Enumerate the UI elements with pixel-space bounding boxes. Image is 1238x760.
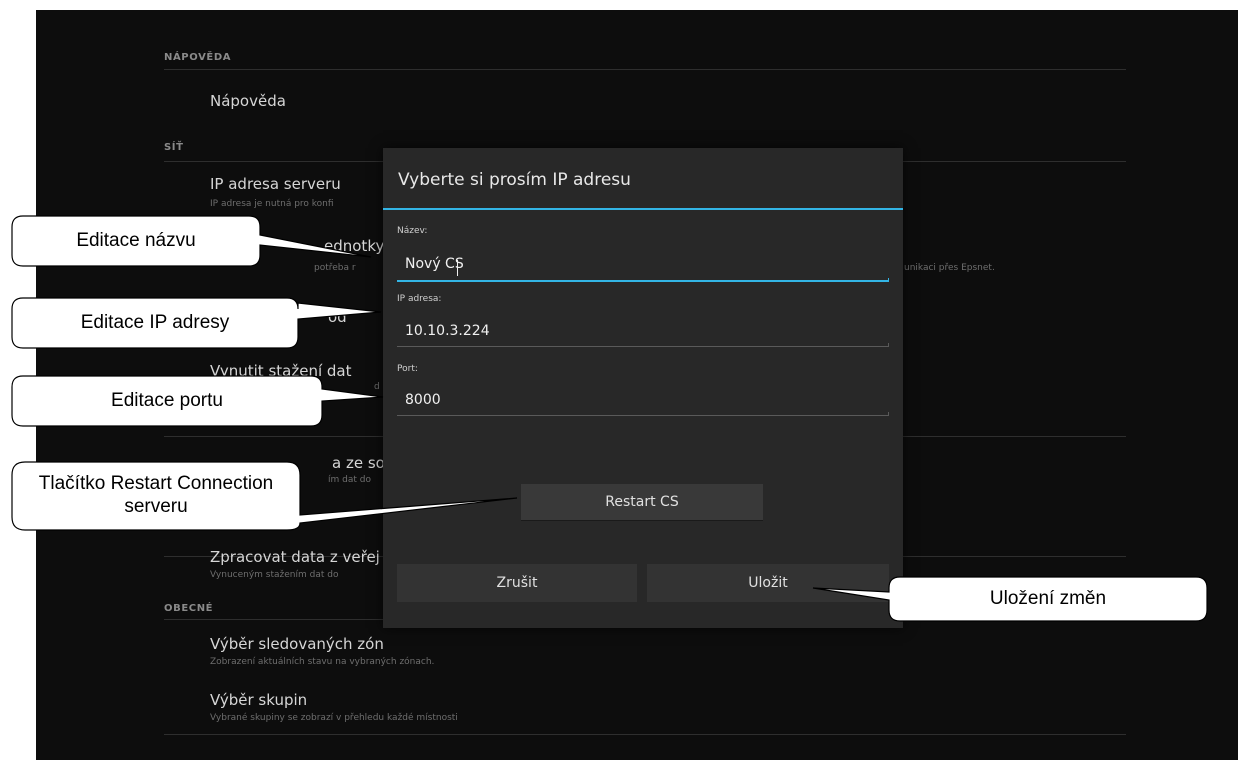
callout-name-edit-text: Editace názvu bbox=[76, 229, 196, 251]
callout-name-edit: Editace názvu bbox=[11, 215, 372, 267]
ip-address-dialog: Vyberte si prosím IP adresu Název: IP ad… bbox=[383, 148, 903, 628]
callout-save-text: Uložení změn bbox=[989, 587, 1107, 609]
callout-restart-text: Tlačítko Restart Connection serveru bbox=[38, 473, 274, 517]
callout-restart: Tlačítko Restart Connection serveru bbox=[11, 461, 518, 531]
callout-port-edit: Editace portu bbox=[11, 375, 384, 427]
section-header-network: SÍŤ bbox=[164, 142, 184, 153]
settings-item-public-data-desc: Vynuceným stažením dat do bbox=[210, 570, 339, 580]
cancel-button[interactable]: Zrušit bbox=[397, 564, 637, 602]
settings-item-public-data[interactable]: Zpracovat data z veřej bbox=[210, 548, 380, 566]
port-input[interactable] bbox=[397, 387, 889, 413]
dialog-title: Vyberte si prosím IP adresu bbox=[398, 170, 631, 190]
settings-item-zones[interactable]: Výběr sledovaných zón bbox=[210, 635, 384, 653]
settings-item-groups-desc: Vybrané skupiny se zobrazí v přehledu ka… bbox=[210, 713, 458, 723]
name-input-underline bbox=[397, 278, 889, 282]
settings-item-units-desc-right: unikaci přes Epsnet. bbox=[904, 263, 995, 273]
settings-item-force-download-desc: d bbox=[374, 382, 380, 392]
settings-item-server-ip[interactable]: IP adresa serveru bbox=[210, 175, 341, 193]
callout-port-edit-text: Editace portu bbox=[111, 389, 223, 411]
settings-item-help[interactable]: Nápověda bbox=[210, 92, 286, 110]
callout-ip-edit-text: Editace IP adresy bbox=[80, 311, 230, 333]
port-input-underline bbox=[397, 412, 889, 416]
section-header-help: NÁPOVĚDA bbox=[164, 52, 232, 63]
settings-item-zones-desc: Zobrazení aktuálních stavu na vybraných … bbox=[210, 657, 435, 667]
divider bbox=[164, 69, 1126, 70]
settings-item-5-desc: ím dat do bbox=[328, 475, 371, 485]
restart-cs-button[interactable]: Restart CS bbox=[521, 484, 763, 521]
save-button[interactable]: Uložit bbox=[647, 564, 889, 602]
callout-save: Uložení změn bbox=[812, 576, 1208, 622]
ip-input-underline bbox=[397, 343, 889, 347]
section-header-general: OBECNÉ bbox=[164, 603, 214, 614]
port-label: Port: bbox=[397, 364, 418, 374]
settings-item-groups[interactable]: Výběr skupin bbox=[210, 691, 307, 709]
text-cursor bbox=[457, 260, 458, 276]
ip-label: IP adresa: bbox=[397, 294, 442, 304]
dialog-title-divider bbox=[383, 208, 903, 210]
ip-input[interactable] bbox=[397, 318, 889, 344]
settings-item-units-desc: potřeba r bbox=[314, 263, 356, 273]
settings-item-server-ip-desc: IP adresa je nutná pro konfi bbox=[210, 199, 334, 209]
name-label: Název: bbox=[397, 226, 428, 236]
name-input[interactable] bbox=[397, 251, 889, 277]
divider bbox=[164, 734, 1126, 735]
callout-ip-edit: Editace IP adresy bbox=[11, 297, 382, 349]
